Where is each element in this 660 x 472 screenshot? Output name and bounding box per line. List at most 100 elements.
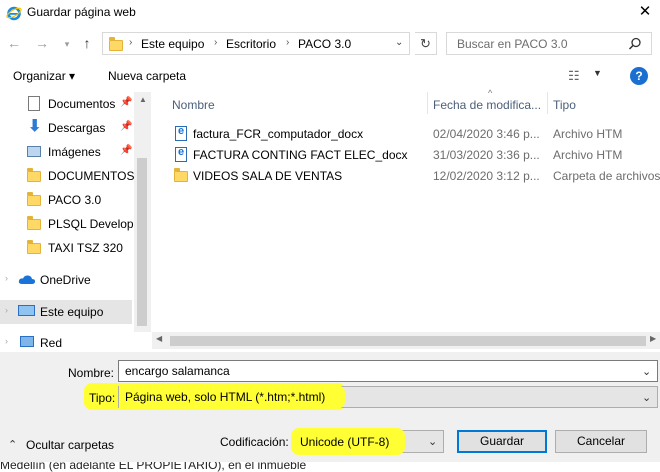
filename-input[interactable]: encargo salamanca ⌄ — [118, 360, 658, 382]
sidebar-item-documentos-p[interactable]: DOCUMENTOS P — [0, 165, 134, 187]
html-file-icon — [175, 125, 187, 141]
pictures-icon — [27, 146, 41, 157]
sidebar-item-label: DOCUMENTOS P — [48, 169, 134, 183]
sidebar-item-label: TAXI TSZ 320 — [48, 241, 123, 255]
breadcrumb-separator-icon: › — [129, 37, 133, 48]
background-document-strip: Medellín (en adelante EL PROPIETARIO), e… — [0, 462, 660, 472]
encoding-label: Codificación: — [220, 435, 289, 449]
sidebar-item-descargas[interactable]: ⬇ Descargas 📌 — [0, 117, 134, 139]
expand-chevron-icon[interactable]: › — [5, 336, 8, 346]
view-chevron-icon[interactable]: ▼ — [593, 68, 602, 78]
expand-chevron-icon[interactable]: › — [5, 273, 8, 283]
close-button[interactable]: ✕ — [630, 3, 660, 23]
folder-row[interactable]: VIDEOS SALA DE VENTAS 12/02/2020 3:12 p.… — [166, 166, 660, 186]
sidebar-item-onedrive[interactable]: › OneDrive — [0, 269, 134, 291]
breadcrumb-separator-icon: › — [214, 37, 218, 48]
pin-icon: 📌 — [120, 121, 133, 132]
file-name: FACTURA CONTING FACT ELEC_docx — [193, 148, 408, 162]
filename-dropdown-chevron-icon[interactable]: ⌄ — [642, 365, 651, 378]
help-icon[interactable]: ? — [630, 67, 648, 85]
type-label: Tipo: — [89, 391, 116, 405]
file-row[interactable]: factura_FCR_computador_docx 02/04/2020 3… — [166, 124, 660, 144]
sort-indicator-icon: ^ — [488, 88, 493, 98]
sidebar-item-label: Documentos — [48, 97, 116, 111]
save-button[interactable]: Guardar — [457, 430, 547, 453]
file-type: Archivo HTM — [553, 148, 623, 162]
file-date: 31/03/2020 3:36 p... — [433, 148, 540, 162]
sidebar-item-este-equipo[interactable]: › Este equipo — [0, 300, 132, 324]
folder-type: Carpeta de archivos — [553, 169, 660, 183]
breadcrumb-escritorio[interactable]: Escritorio — [226, 37, 276, 51]
file-type-select[interactable]: Página web, solo HTML (*.htm;*.html) ⌄ — [118, 385, 658, 409]
file-type-chevron-icon[interactable]: ⌄ — [642, 391, 651, 404]
breadcrumb-separator-icon: › — [286, 37, 290, 48]
filename-value[interactable]: encargo salamanca — [125, 364, 230, 378]
background-document-text: Medellín (en adelante EL PROPIETARIO), e… — [0, 462, 307, 472]
title-bar: Guardar página web ✕ — [0, 0, 660, 26]
folder-icon — [109, 37, 123, 51]
file-row[interactable]: FACTURA CONTING FACT ELEC_docx 31/03/202… — [166, 145, 660, 165]
breadcrumb-este-equipo[interactable]: Este equipo — [141, 37, 204, 51]
collapse-chevron-icon[interactable]: ⌃ — [8, 438, 17, 451]
sidebar-item-documentos[interactable]: Documentos 📌 — [0, 93, 134, 115]
recent-locations-chevron-icon[interactable]: ▾ — [58, 35, 76, 53]
cancel-button[interactable]: Cancelar — [555, 430, 647, 453]
column-header-type[interactable]: Tipo — [553, 98, 576, 112]
encoding-chevron-icon[interactable]: ⌄ — [428, 435, 437, 448]
window-title: Guardar página web — [27, 5, 136, 19]
sidebar-scrollbar-thumb[interactable] — [137, 158, 147, 326]
folder-name: VIDEOS SALA DE VENTAS — [193, 169, 343, 183]
column-header-date[interactable]: Fecha de modifica... — [433, 98, 541, 112]
back-arrow-icon[interactable]: ← — [5, 34, 23, 52]
sidebar-item-label: Red — [40, 336, 63, 350]
new-folder-button[interactable]: Nueva carpeta — [108, 69, 186, 83]
organize-button[interactable]: Organizar ▾ — [13, 69, 75, 83]
internet-explorer-icon — [6, 6, 22, 21]
scroll-up-icon[interactable]: ▲ — [139, 95, 147, 104]
column-divider[interactable] — [547, 92, 548, 114]
file-date: 02/04/2020 3:46 p... — [433, 127, 540, 141]
column-header-name[interactable]: Nombre — [172, 98, 215, 112]
sidebar-item-label: PLSQL Develope — [48, 217, 134, 231]
search-placeholder[interactable]: Buscar en PACO 3.0 — [457, 37, 568, 51]
column-divider[interactable] — [427, 92, 428, 114]
address-bar[interactable]: › Este equipo › Escritorio › PACO 3.0 ⌄ — [102, 32, 410, 55]
breadcrumb-paco[interactable]: PACO 3.0 — [298, 37, 351, 51]
scroll-right-icon[interactable]: ▶ — [650, 334, 656, 343]
hide-folders-button[interactable]: Ocultar carpetas — [26, 438, 114, 452]
downloads-icon: ⬇ — [28, 118, 42, 135]
documents-icon — [28, 96, 40, 111]
scroll-left-icon[interactable]: ◀ — [156, 334, 162, 343]
sidebar-item-taxi[interactable]: TAXI TSZ 320 — [0, 237, 134, 259]
up-arrow-icon[interactable]: ↑ — [78, 34, 96, 52]
refresh-icon[interactable]: ↻ — [415, 32, 437, 55]
sidebar-item-label: Descargas — [48, 121, 106, 135]
sidebar-item-imagenes[interactable]: Imágenes 📌 — [0, 141, 134, 163]
folder-icon — [27, 168, 41, 182]
forward-arrow-icon[interactable]: → — [33, 34, 51, 52]
name-label: Nombre: — [68, 366, 115, 380]
folder-date: 12/02/2020 3:12 p... — [433, 169, 540, 183]
file-name: factura_FCR_computador_docx — [193, 127, 364, 141]
onedrive-icon — [18, 275, 36, 284]
toolbar: Organizar ▾ Nueva carpeta ☷ ▼ ? — [0, 62, 660, 90]
search-box[interactable]: Buscar en PACO 3.0 — [446, 32, 652, 55]
encoding-select[interactable]: Unicode (UTF-8) ⌄ — [291, 428, 444, 455]
expand-chevron-icon[interactable]: › — [5, 305, 8, 315]
view-options-icon[interactable]: ☷ — [568, 68, 580, 84]
file-type-value[interactable]: Página web, solo HTML (*.htm;*.html) — [125, 390, 325, 404]
horizontal-scrollbar-thumb[interactable] — [170, 336, 646, 346]
network-icon — [20, 336, 34, 347]
encoding-value[interactable]: Unicode (UTF-8) — [300, 435, 389, 449]
address-dropdown-chevron-icon[interactable]: ⌄ — [395, 37, 403, 48]
html-file-icon — [175, 146, 187, 162]
sidebar-item-paco[interactable]: PACO 3.0 — [0, 189, 134, 211]
sidebar-item-label: PACO 3.0 — [48, 193, 102, 207]
sidebar-item-label: OneDrive — [40, 273, 91, 287]
search-icon — [628, 37, 641, 50]
pin-icon: 📌 — [120, 145, 133, 156]
file-type: Archivo HTM — [553, 127, 623, 141]
sidebar-item-label: Imágenes — [48, 145, 101, 159]
sidebar-item-red[interactable]: › Red — [0, 332, 134, 354]
sidebar-item-plsql[interactable]: PLSQL Develope — [0, 213, 134, 235]
